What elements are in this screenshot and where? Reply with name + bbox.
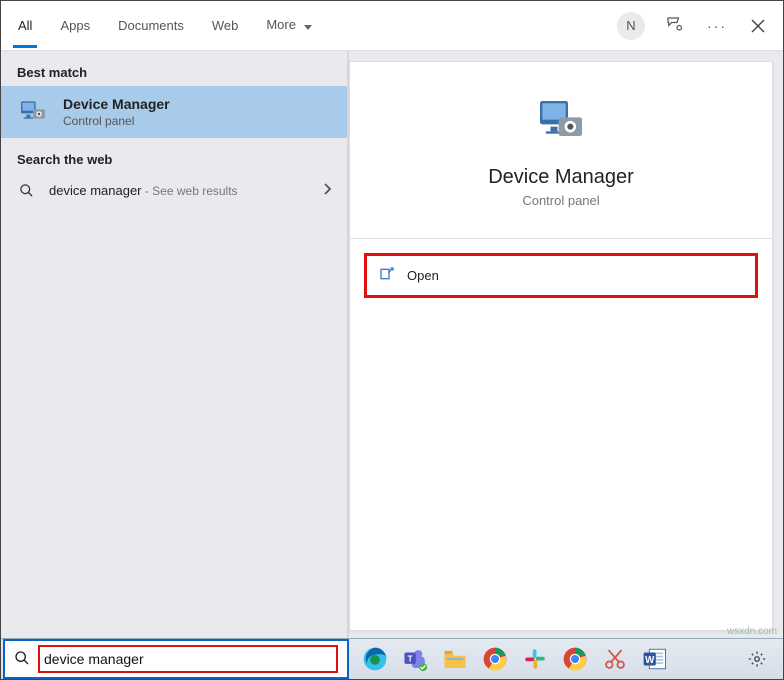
search-highlight-box [38, 645, 338, 673]
preview-app-icon [531, 92, 591, 152]
tab-documents[interactable]: Documents [115, 4, 187, 47]
tab-web[interactable]: Web [209, 4, 242, 47]
web-hint-text: - See web results [142, 184, 238, 198]
result-title: Device Manager [63, 96, 170, 112]
taskbar-search-outline [3, 639, 349, 679]
result-device-manager[interactable]: Device Manager Control panel [1, 86, 347, 138]
taskbar-search[interactable] [8, 644, 344, 674]
taskbar-app-chrome-2[interactable] [559, 643, 591, 675]
taskbar: T [1, 638, 783, 679]
result-subtitle: Control panel [63, 114, 170, 128]
tab-more-label: More [266, 17, 296, 32]
svg-text:T: T [408, 654, 413, 663]
content-body: Best match Device Manager Control panel … [1, 51, 783, 638]
results-pane: Best match Device Manager Control panel … [1, 51, 349, 638]
header-tabs: All Apps Documents Web More [15, 3, 617, 47]
result-text-block: Device Manager Control panel [63, 96, 170, 128]
web-result-text: device manager - See web results [49, 183, 238, 198]
best-match-heading: Best match [1, 51, 347, 86]
search-icon [14, 650, 30, 669]
search-input[interactable] [44, 651, 332, 667]
tab-all[interactable]: All [15, 4, 35, 47]
user-avatar[interactable]: N [617, 12, 645, 40]
more-options-icon[interactable]: ··· [703, 14, 731, 38]
taskbar-app-snip[interactable] [599, 643, 631, 675]
preview-title: Device Manager [488, 166, 634, 189]
device-manager-icon [17, 96, 49, 128]
taskbar-tray [741, 643, 777, 675]
close-icon[interactable] [747, 15, 769, 37]
watermark: wsxdn.com [727, 626, 777, 637]
open-label: Open [407, 268, 439, 283]
svg-text:W: W [645, 655, 655, 666]
header-actions: N ··· [617, 11, 769, 40]
caret-down-icon [304, 19, 312, 34]
preview-subtitle: Control panel [522, 193, 599, 208]
header-bar: All Apps Documents Web More N ··· [1, 1, 783, 51]
tray-settings-icon[interactable] [741, 643, 773, 675]
open-icon [379, 266, 395, 285]
web-query-text: device manager [49, 183, 142, 198]
open-action[interactable]: Open [364, 253, 758, 298]
search-icon [17, 183, 35, 198]
feedback-icon[interactable] [661, 11, 687, 40]
preview-pane: Device Manager Control panel Open [349, 51, 783, 638]
preview-card: Device Manager Control panel Open [349, 61, 773, 631]
taskbar-app-file-explorer[interactable] [439, 643, 471, 675]
web-result-row[interactable]: device manager - See web results [1, 173, 347, 208]
taskbar-app-word[interactable]: W [639, 643, 671, 675]
taskbar-app-edge[interactable] [359, 643, 391, 675]
search-web-heading: Search the web [1, 138, 347, 173]
taskbar-app-chrome[interactable] [479, 643, 511, 675]
taskbar-apps: T [359, 643, 671, 675]
preview-divider [350, 238, 772, 239]
tab-more[interactable]: More [263, 3, 314, 47]
chevron-right-icon [323, 183, 331, 198]
taskbar-app-slack[interactable] [519, 643, 551, 675]
tab-apps[interactable]: Apps [57, 4, 93, 47]
taskbar-app-teams[interactable]: T [399, 643, 431, 675]
